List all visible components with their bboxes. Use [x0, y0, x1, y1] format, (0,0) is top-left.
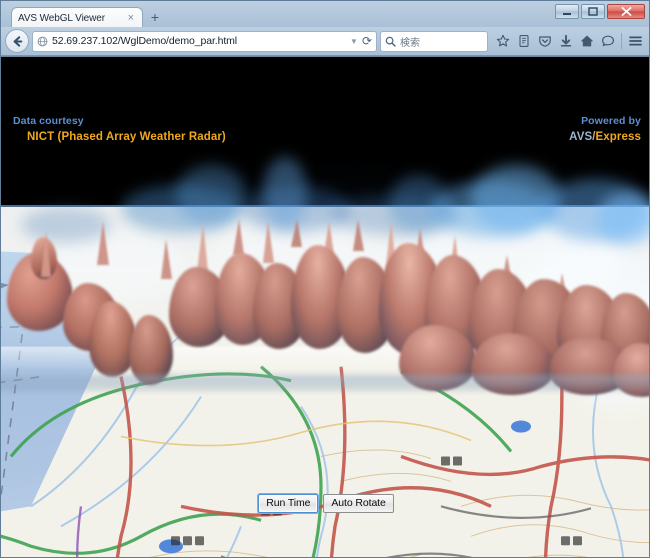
webgl-viewport[interactable]: Data courtesy NICT (Phased Array Weather…	[1, 56, 649, 557]
close-icon	[621, 7, 631, 16]
minimize-button[interactable]	[555, 4, 579, 19]
reload-icon[interactable]: ⟳	[362, 35, 372, 47]
home-icon[interactable]	[577, 30, 597, 52]
run-time-button[interactable]: Run Time	[258, 494, 319, 513]
close-button[interactable]	[607, 4, 645, 19]
search-icon	[385, 36, 396, 47]
globe-icon	[37, 36, 48, 46]
browser-window: AVS WebGL Viewer × + 52.69.237.102/WglDe…	[0, 0, 650, 558]
url-bar[interactable]: 52.69.237.102/WglDemo/demo_par.html ▼ ⟳	[32, 30, 377, 52]
toolbar-icons	[491, 30, 645, 52]
tab-close-icon[interactable]: ×	[126, 12, 136, 24]
auto-rotate-button[interactable]: Auto Rotate	[323, 494, 394, 513]
url-dropdown-icon[interactable]: ▼	[350, 37, 358, 46]
window-controls	[555, 4, 645, 19]
maximize-button[interactable]	[581, 4, 605, 19]
browser-tab[interactable]: AVS WebGL Viewer ×	[11, 7, 143, 28]
downloads-icon[interactable]	[556, 30, 576, 52]
tab-title: AVS WebGL Viewer	[18, 12, 105, 24]
hamburger-menu-icon[interactable]	[625, 30, 645, 52]
sync-chat-icon[interactable]	[598, 30, 618, 52]
scene-controls: Run Time Auto Rotate	[1, 494, 649, 513]
back-button[interactable]	[5, 29, 29, 53]
reader-list-icon[interactable]	[514, 30, 534, 52]
pocket-shield-icon[interactable]	[535, 30, 555, 52]
new-tab-button[interactable]: +	[147, 10, 163, 24]
navigation-toolbar: 52.69.237.102/WglDemo/demo_par.html ▼ ⟳ …	[1, 27, 649, 56]
toolbar-divider	[621, 33, 622, 49]
webgl-canvas[interactable]: Data courtesy NICT (Phased Array Weather…	[1, 57, 649, 557]
url-text: 52.69.237.102/WglDemo/demo_par.html	[52, 35, 238, 47]
minimize-icon	[563, 12, 571, 15]
back-arrow-icon	[13, 35, 22, 47]
search-placeholder: 検索	[400, 37, 420, 49]
search-box[interactable]: 検索	[380, 30, 488, 52]
tab-strip: AVS WebGL Viewer × +	[1, 1, 649, 28]
bookmark-star-icon[interactable]	[493, 30, 513, 52]
maximize-icon	[588, 7, 598, 16]
